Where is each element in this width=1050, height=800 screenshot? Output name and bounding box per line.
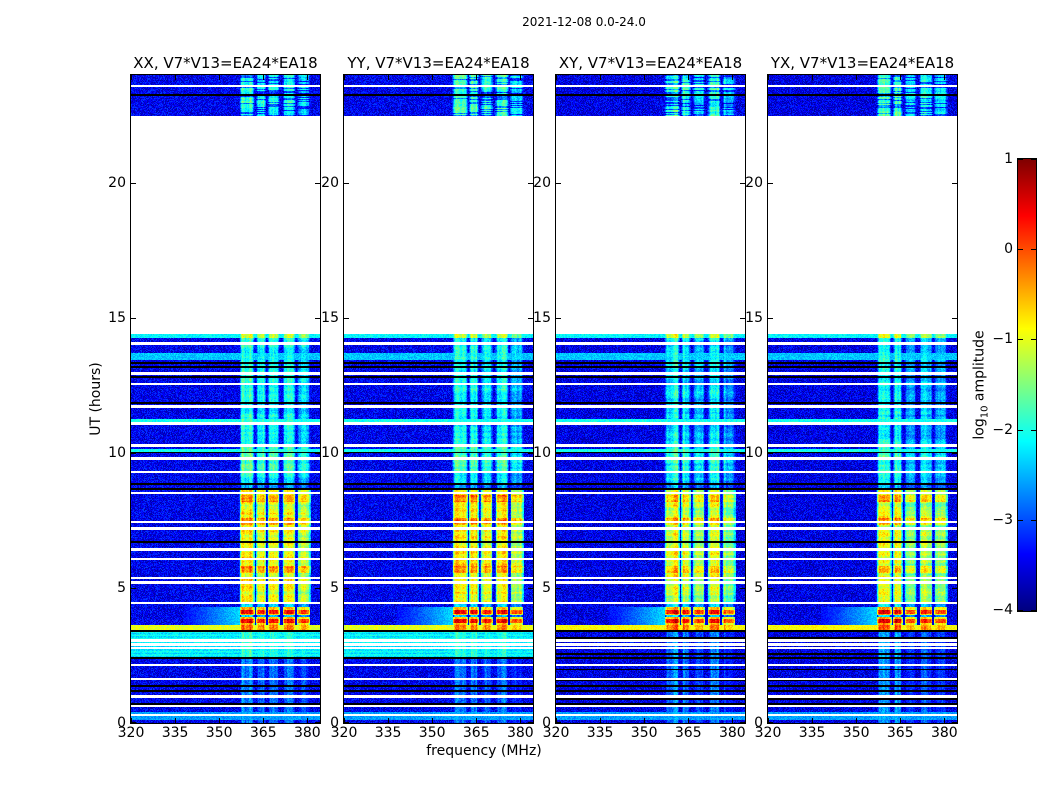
y-tick-label: 10 bbox=[745, 445, 763, 461]
figure: 2021-12-08 0.0-24.0 UT (hours) frequency… bbox=[0, 0, 1050, 800]
y-tick-label: 15 bbox=[745, 310, 763, 326]
colorbar-tick-label: −3 bbox=[992, 512, 1013, 528]
y-tick-label: 5 bbox=[330, 580, 339, 596]
colorbar-tick-label: −1 bbox=[992, 331, 1013, 347]
colorbar bbox=[1017, 158, 1037, 612]
spectrogram-canvas-xy bbox=[556, 75, 745, 723]
colorbar-gradient bbox=[1018, 159, 1036, 611]
y-tick-label: 15 bbox=[321, 310, 339, 326]
y-tick-label: 0 bbox=[117, 715, 126, 731]
x-tick-label: 335 bbox=[586, 725, 614, 741]
y-tick-label: 20 bbox=[745, 175, 763, 191]
y-tick-label: 20 bbox=[108, 175, 126, 191]
colorbar-label: log10 amplitude bbox=[972, 330, 991, 439]
x-tick-label: 350 bbox=[418, 725, 446, 741]
panel-xy bbox=[555, 74, 746, 724]
x-tick-label: 365 bbox=[886, 725, 914, 741]
y-tick-label: 10 bbox=[533, 445, 551, 461]
colorbar-tick-label: 0 bbox=[1004, 241, 1013, 257]
x-tick-label: 380 bbox=[293, 725, 321, 741]
x-tick-label: 335 bbox=[161, 725, 189, 741]
colorbar-tick-label: −4 bbox=[992, 602, 1013, 618]
panel-title-yx: YX, V7*V13=EA24*EA18 bbox=[770, 54, 955, 72]
x-tick-label: 380 bbox=[930, 725, 958, 741]
y-tick-label: 15 bbox=[108, 310, 126, 326]
x-tick-label: 365 bbox=[462, 725, 490, 741]
x-tick-label: 380 bbox=[506, 725, 534, 741]
x-axis-label: frequency (MHz) bbox=[426, 743, 542, 759]
panel-title-xy: XY, V7*V13=EA24*EA18 bbox=[558, 54, 743, 72]
colorbar-label-sub: 10 bbox=[979, 405, 991, 419]
x-tick-label: 350 bbox=[630, 725, 658, 741]
y-tick-label: 15 bbox=[533, 310, 551, 326]
panel-yy bbox=[343, 74, 534, 724]
y-tick-label: 5 bbox=[542, 580, 551, 596]
x-tick-label: 365 bbox=[249, 725, 277, 741]
y-tick-label: 5 bbox=[117, 580, 126, 596]
spectrogram-canvas-yy bbox=[344, 75, 533, 723]
y-tick-label: 20 bbox=[533, 175, 551, 191]
y-tick-label: 5 bbox=[754, 580, 763, 596]
spectrogram-canvas-xx bbox=[131, 75, 320, 723]
x-tick-label: 335 bbox=[374, 725, 402, 741]
colorbar-label-suffix: amplitude bbox=[971, 330, 988, 406]
y-tick-label: 0 bbox=[754, 715, 763, 731]
panel-title-xx: XX, V7*V13=EA24*EA18 bbox=[133, 54, 318, 72]
y-tick-label: 20 bbox=[321, 175, 339, 191]
colorbar-tick-label: 1 bbox=[1004, 151, 1013, 167]
x-tick-label: 365 bbox=[674, 725, 702, 741]
figure-title: 2021-12-08 0.0-24.0 bbox=[522, 15, 646, 29]
y-tick-label: 10 bbox=[321, 445, 339, 461]
x-tick-label: 350 bbox=[842, 725, 870, 741]
colorbar-label-prefix: log bbox=[971, 418, 988, 440]
spectrogram-canvas-yx bbox=[768, 75, 957, 723]
panel-title-yy: YY, V7*V13=EA24*EA18 bbox=[347, 54, 530, 72]
y-tick-label: 0 bbox=[330, 715, 339, 731]
y-axis-label: UT (hours) bbox=[88, 362, 104, 436]
colorbar-tick-label: −2 bbox=[992, 422, 1013, 438]
x-tick-label: 380 bbox=[718, 725, 746, 741]
x-tick-label: 350 bbox=[205, 725, 233, 741]
x-tick-label: 335 bbox=[798, 725, 826, 741]
y-tick-label: 0 bbox=[542, 715, 551, 731]
panel-xx bbox=[130, 74, 321, 724]
panel-yx bbox=[767, 74, 958, 724]
y-tick-label: 10 bbox=[108, 445, 126, 461]
